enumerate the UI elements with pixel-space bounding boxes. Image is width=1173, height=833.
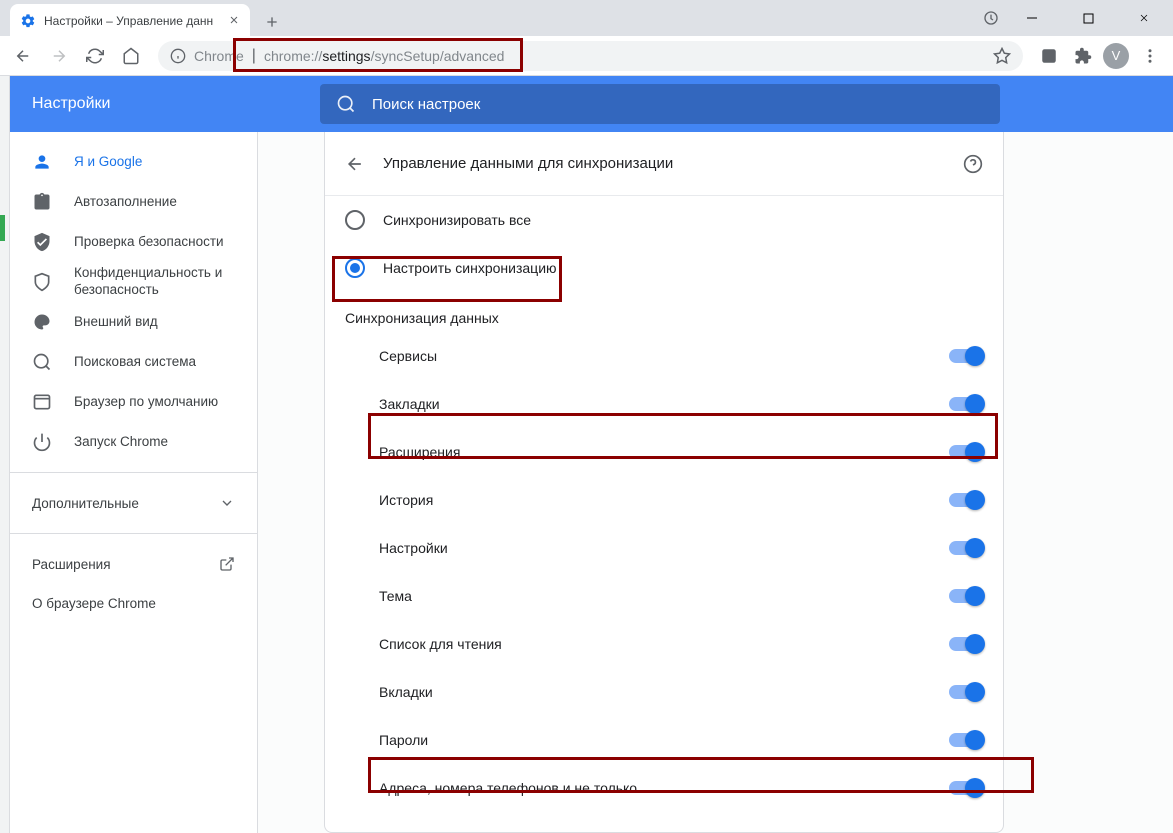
settings-sidebar: Я и Google Автозаполнение Проверка безоп… bbox=[10, 132, 258, 833]
external-link-icon bbox=[219, 556, 235, 572]
bookmark-star-icon[interactable] bbox=[993, 47, 1011, 65]
toggle-history[interactable]: История bbox=[325, 476, 1003, 524]
card-header: Управление данными для синхронизации bbox=[325, 132, 1003, 196]
shield-check-icon bbox=[32, 232, 52, 252]
person-icon bbox=[32, 152, 52, 172]
palette-icon bbox=[32, 312, 52, 332]
toggle-switch[interactable] bbox=[949, 349, 983, 363]
sidebar-item-you-and-google[interactable]: Я и Google bbox=[10, 142, 257, 182]
browser-tab[interactable]: Настройки – Управление данн bbox=[10, 4, 250, 38]
radio-checked-icon bbox=[345, 258, 365, 278]
sidebar-item-label: Автозаполнение bbox=[74, 194, 177, 211]
minimize-button[interactable] bbox=[1009, 3, 1055, 33]
sidebar-item-label: Поисковая система bbox=[74, 354, 196, 371]
toggle-switch[interactable] bbox=[949, 733, 983, 747]
toggle-bookmarks[interactable]: Закладки bbox=[325, 380, 1003, 428]
sidebar-item-search[interactable]: Поисковая система bbox=[10, 342, 257, 382]
settings-content: Управление данными для синхронизации Син… bbox=[258, 132, 1173, 833]
section-heading: Синхронизация данных bbox=[325, 292, 1003, 332]
radio-sync-custom[interactable]: Настроить синхронизацию bbox=[325, 244, 1003, 292]
toggle-switch[interactable] bbox=[949, 781, 983, 795]
sidebar-item-appearance[interactable]: Внешний вид bbox=[10, 302, 257, 342]
gear-icon bbox=[20, 13, 36, 29]
toggle-reading-list[interactable]: Список для чтения bbox=[325, 620, 1003, 668]
url-text: chrome://settings/syncSetup/advanced bbox=[264, 48, 504, 64]
search-placeholder: Поиск настроек bbox=[372, 96, 480, 113]
sidebar-item-label: Проверка безопасности bbox=[74, 234, 224, 251]
toggle-switch[interactable] bbox=[949, 589, 983, 603]
radio-sync-all[interactable]: Синхронизировать все bbox=[325, 196, 1003, 244]
toggle-services[interactable]: Сервисы bbox=[325, 332, 1003, 380]
back-button[interactable] bbox=[8, 41, 38, 71]
browser-toolbar: Chrome | chrome://settings/syncSetup/adv… bbox=[0, 36, 1173, 76]
account-indicator-icon[interactable] bbox=[983, 10, 999, 26]
sidebar-about[interactable]: О браузере Chrome bbox=[10, 584, 257, 624]
close-window-button[interactable] bbox=[1121, 3, 1167, 33]
sync-settings-card: Управление данными для синхронизации Син… bbox=[324, 132, 1004, 833]
url-chrome-label: Chrome bbox=[194, 48, 244, 64]
sidebar-item-label: Внешний вид bbox=[74, 314, 158, 331]
toggle-extensions[interactable]: Расширения bbox=[325, 428, 1003, 476]
sidebar-item-startup[interactable]: Запуск Chrome bbox=[10, 422, 257, 462]
settings-app-title: Настройки bbox=[10, 95, 320, 113]
site-info-icon[interactable] bbox=[170, 48, 186, 64]
radio-icon bbox=[345, 210, 365, 230]
browser-icon bbox=[32, 392, 52, 412]
back-arrow-icon[interactable] bbox=[345, 154, 365, 174]
search-icon bbox=[336, 94, 356, 114]
toggle-tabs[interactable]: Вкладки bbox=[325, 668, 1003, 716]
search-icon bbox=[32, 352, 52, 372]
toggle-switch[interactable] bbox=[949, 493, 983, 507]
help-icon[interactable] bbox=[963, 154, 983, 174]
toggle-addresses[interactable]: Адреса, номера телефонов и не только bbox=[325, 764, 1003, 812]
sidebar-item-privacy[interactable]: Конфиденциальность и безопасность bbox=[10, 262, 257, 302]
menu-button[interactable] bbox=[1135, 41, 1165, 71]
toggle-switch[interactable] bbox=[949, 397, 983, 411]
home-button[interactable] bbox=[116, 41, 146, 71]
maximize-button[interactable] bbox=[1065, 3, 1111, 33]
sidebar-item-default-browser[interactable]: Браузер по умолчанию bbox=[10, 382, 257, 422]
toggle-theme[interactable]: Тема bbox=[325, 572, 1003, 620]
toggle-settings[interactable]: Настройки bbox=[325, 524, 1003, 572]
extensions-icon[interactable] bbox=[1069, 42, 1097, 70]
sidebar-item-label: Браузер по умолчанию bbox=[74, 394, 218, 411]
settings-header: Настройки Поиск настроек bbox=[10, 76, 1173, 132]
toggle-passwords[interactable]: Пароли bbox=[325, 716, 1003, 764]
sidebar-item-label: Конфиденциальность и безопасность bbox=[74, 265, 235, 299]
background-window-sliver bbox=[0, 76, 10, 833]
chevron-down-icon bbox=[219, 495, 235, 511]
sidebar-item-label: Я и Google bbox=[74, 154, 142, 171]
new-tab-button[interactable] bbox=[258, 8, 286, 36]
toggle-switch[interactable] bbox=[949, 541, 983, 555]
sidebar-item-autofill[interactable]: Автозаполнение bbox=[10, 182, 257, 222]
toggle-switch[interactable] bbox=[949, 445, 983, 459]
close-tab-icon[interactable] bbox=[228, 14, 240, 29]
address-bar[interactable]: Chrome | chrome://settings/syncSetup/adv… bbox=[158, 41, 1023, 71]
forward-button[interactable] bbox=[44, 41, 74, 71]
sidebar-advanced[interactable]: Дополнительные bbox=[10, 483, 257, 523]
page-title: Управление данными для синхронизации bbox=[383, 155, 945, 172]
browser-tab-strip: Настройки – Управление данн bbox=[0, 0, 1173, 36]
settings-search[interactable]: Поиск настроек bbox=[320, 84, 1000, 124]
toggle-switch[interactable] bbox=[949, 685, 983, 699]
toggle-switch[interactable] bbox=[949, 637, 983, 651]
shield-icon bbox=[32, 272, 52, 292]
reload-button[interactable] bbox=[80, 41, 110, 71]
sidebar-item-safety[interactable]: Проверка безопасности bbox=[10, 222, 257, 262]
tab-title: Настройки – Управление данн bbox=[44, 14, 213, 28]
profile-avatar[interactable]: V bbox=[1103, 43, 1129, 69]
background-accent bbox=[0, 215, 5, 241]
power-icon bbox=[32, 432, 52, 452]
sidebar-item-label: Запуск Chrome bbox=[74, 434, 168, 451]
sidebar-extensions[interactable]: Расширения bbox=[10, 544, 257, 584]
clipboard-icon bbox=[32, 192, 52, 212]
extension-icon-1[interactable] bbox=[1035, 42, 1063, 70]
